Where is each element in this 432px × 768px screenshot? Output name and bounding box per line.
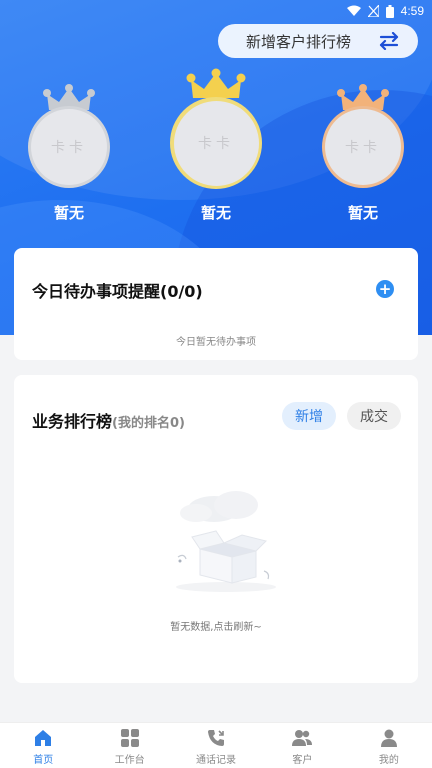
empty-box-illustration <box>176 491 276 592</box>
rank-button-label: 新增客户排行榜 <box>246 32 352 51</box>
new-customer-rank-button[interactable]: 新增客户排行榜 <box>218 24 418 58</box>
business-rank-title: 业务排行榜(我的排名0) <box>32 408 185 432</box>
grid-icon <box>120 729 139 747</box>
add-todo-button[interactable]: + <box>376 280 394 298</box>
wifi-icon <box>346 5 361 16</box>
phone-icon <box>208 730 225 746</box>
todo-title: 今日待办事项提醒(0/0) <box>32 282 203 301</box>
avatar-placeholder: 卡卡 <box>325 109 401 185</box>
business-rank-card: 业务排行榜(我的排名0) 新增 成交 暂无数据,点击刷新~ <box>14 375 418 683</box>
tab-label: 客户 <box>292 755 313 766</box>
tab-workbench[interactable]: 工作台 <box>86 723 172 768</box>
home-icon <box>35 730 52 746</box>
plus-icon: + <box>378 279 392 298</box>
avatar-placeholder: 卡卡 <box>31 109 107 185</box>
avatar[interactable]: 卡卡 <box>322 106 404 188</box>
person-icon <box>380 729 397 747</box>
podium-name: 暂无 <box>53 204 84 222</box>
tab-label: 我的 <box>378 755 399 766</box>
todo-empty-text: 今日暂无待办事项 <box>176 337 256 348</box>
battery-icon <box>385 4 394 18</box>
avatar[interactable]: 卡卡 <box>170 97 262 189</box>
tab-deal[interactable]: 成交 <box>347 402 401 430</box>
signal-icon <box>367 5 379 17</box>
status-bar: 4:59 <box>0 0 432 22</box>
avatar[interactable]: 卡卡 <box>28 106 110 188</box>
tab-label: 首页 <box>33 755 54 766</box>
my-rank-label: (我的排名0) <box>112 416 185 431</box>
tab-customers[interactable]: 客户 <box>259 723 345 768</box>
podium-center: 卡卡 暂无 <box>170 68 262 224</box>
podium-name: 暂无 <box>347 204 378 222</box>
podium-name: 暂无 <box>200 204 231 222</box>
todo-card: 今日待办事项提醒(0/0) + 今日暂无待办事项 <box>14 248 418 360</box>
tab-home[interactable]: 首页 <box>0 723 86 768</box>
tab-label: 工作台 <box>114 755 145 766</box>
swap-icon <box>379 32 399 50</box>
users-icon <box>292 730 313 746</box>
tab-label: 通话记录 <box>196 755 237 766</box>
bottom-tab-bar: 首页 工作台 通话记录 客户 我的 <box>0 722 432 768</box>
status-time: 4:59 <box>400 4 424 18</box>
podium-right: 卡卡 暂无 <box>322 84 404 224</box>
tab-mine[interactable]: 我的 <box>346 723 432 768</box>
avatar-placeholder: 卡卡 <box>173 100 259 186</box>
podium-left: 卡卡 暂无 <box>28 84 110 224</box>
empty-refresh-hint[interactable]: 暂无数据,点击刷新~ <box>14 618 418 633</box>
business-rank-label: 业务排行榜 <box>32 412 113 431</box>
tab-call-log[interactable]: 通话记录 <box>173 723 259 768</box>
tab-new[interactable]: 新增 <box>282 402 336 430</box>
